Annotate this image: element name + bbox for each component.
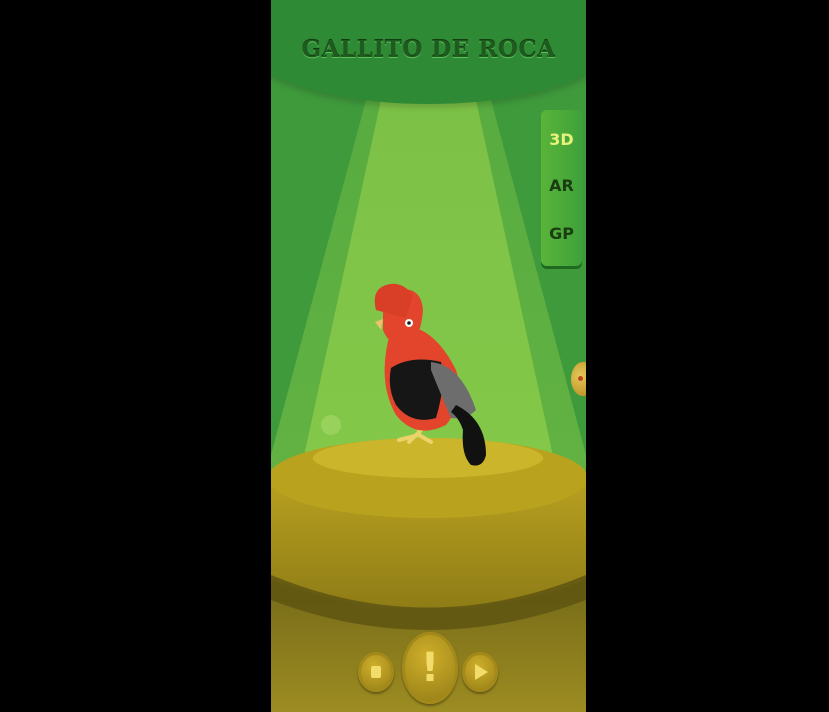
play-icon bbox=[475, 664, 488, 680]
rooster-bird-icon[interactable] bbox=[271, 0, 586, 712]
mode-ar-button[interactable]: AR bbox=[541, 168, 582, 204]
view-mode-panel: 3D AR GP bbox=[541, 110, 582, 266]
app-viewport: GALLITO DE ROCA 3D AR GP ! bbox=[0, 0, 829, 712]
mode-gp-button[interactable]: GP bbox=[541, 216, 582, 252]
token-dot bbox=[578, 376, 583, 381]
info-label: ! bbox=[420, 645, 440, 691]
info-button[interactable]: ! bbox=[402, 632, 458, 704]
game-screen: GALLITO DE ROCA 3D AR GP ! bbox=[271, 0, 586, 712]
stop-icon bbox=[371, 666, 381, 678]
play-button[interactable] bbox=[462, 652, 498, 692]
playback-controls: ! bbox=[271, 620, 586, 712]
stop-button[interactable] bbox=[358, 652, 394, 692]
mode-3d-button[interactable]: 3D bbox=[541, 122, 582, 158]
